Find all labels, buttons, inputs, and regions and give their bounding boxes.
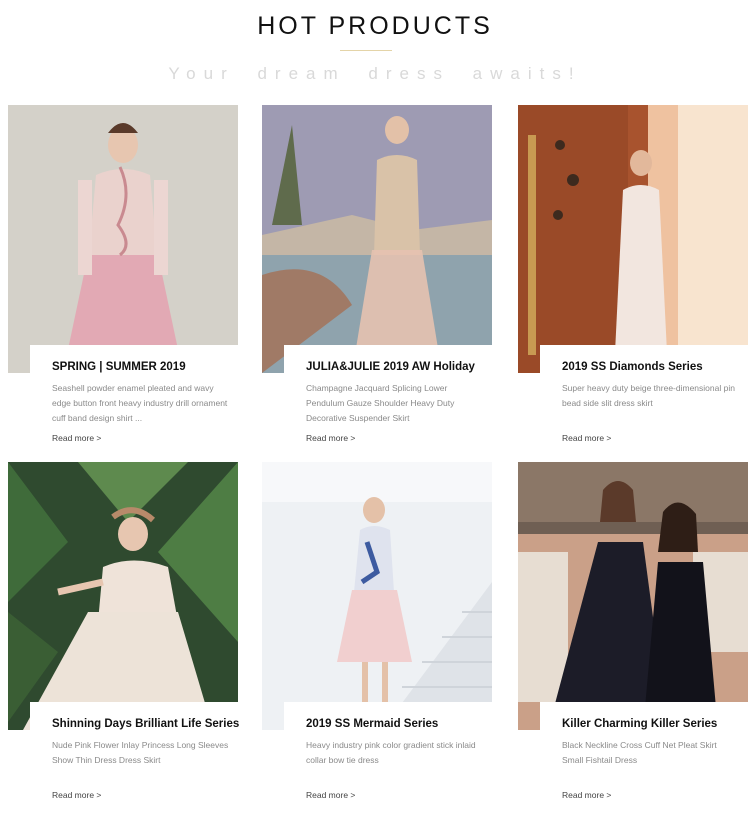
product-info-4: Shinning Days Brilliant Life Series Nude… bbox=[30, 702, 239, 802]
product-title[interactable]: Killer Charming Killer Series bbox=[562, 718, 740, 730]
product-image-2[interactable] bbox=[262, 105, 492, 373]
product-info-3: 2019 SS Diamonds Series Super heavy duty… bbox=[540, 345, 748, 445]
product-description: Heavy industry pink color gradient stick… bbox=[306, 740, 476, 765]
product-image-5[interactable] bbox=[262, 462, 492, 730]
product-info-1: SPRING | SUMMER 2019 Seashell powder ena… bbox=[30, 345, 238, 445]
title-divider bbox=[340, 50, 392, 51]
section-subtitle: Your dream dress awaits! bbox=[168, 64, 582, 83]
read-more-link[interactable]: Read more > bbox=[306, 433, 355, 443]
product-description: Nude Pink Flower Inlay Princess Long Sle… bbox=[52, 740, 229, 765]
product-description: Black Neckline Cross Cuff Net Pleat Skir… bbox=[562, 740, 717, 765]
product-info-6: Killer Charming Killer Series Black Neck… bbox=[540, 702, 748, 802]
product-description: Seashell powder enamel pleated and wavy … bbox=[52, 383, 228, 423]
product-title[interactable]: Shinning Days Brilliant Life Series bbox=[52, 718, 239, 730]
product-card-4[interactable]: Shinning Days Brilliant Life Series Nude… bbox=[8, 462, 239, 802]
section-title: HOT PRODUCTS bbox=[257, 12, 493, 40]
product-title[interactable]: 2019 SS Mermaid Series bbox=[306, 718, 484, 730]
product-card-6[interactable]: Killer Charming Killer Series Black Neck… bbox=[518, 462, 748, 802]
read-more-link[interactable]: Read more > bbox=[52, 790, 101, 800]
product-title[interactable]: 2019 SS Diamonds Series bbox=[562, 361, 740, 373]
product-title[interactable]: SPRING | SUMMER 2019 bbox=[52, 361, 230, 373]
product-info-2: JULIA&JULIE 2019 AW Holiday Champagne Ja… bbox=[284, 345, 492, 445]
product-image-3[interactable] bbox=[518, 105, 748, 373]
product-card-5[interactable]: 2019 SS Mermaid Series Heavy industry pi… bbox=[262, 462, 492, 802]
read-more-link[interactable]: Read more > bbox=[52, 433, 101, 443]
product-title[interactable]: JULIA&JULIE 2019 AW Holiday bbox=[306, 361, 484, 373]
read-more-link[interactable]: Read more > bbox=[562, 790, 611, 800]
read-more-link[interactable]: Read more > bbox=[306, 790, 355, 800]
product-info-5: 2019 SS Mermaid Series Heavy industry pi… bbox=[284, 702, 492, 802]
product-card-3[interactable]: 2019 SS Diamonds Series Super heavy duty… bbox=[518, 105, 748, 445]
product-image-6[interactable] bbox=[518, 462, 748, 730]
read-more-link[interactable]: Read more > bbox=[562, 433, 611, 443]
product-card-1[interactable]: SPRING | SUMMER 2019 Seashell powder ena… bbox=[8, 105, 238, 445]
product-image-1[interactable] bbox=[8, 105, 238, 373]
product-description: Super heavy duty beige three-dimensional… bbox=[562, 383, 735, 408]
product-description: Champagne Jacquard Splicing Lower Pendul… bbox=[306, 383, 455, 423]
product-image-4[interactable] bbox=[8, 462, 238, 730]
product-card-2[interactable]: JULIA&JULIE 2019 AW Holiday Champagne Ja… bbox=[262, 105, 492, 445]
